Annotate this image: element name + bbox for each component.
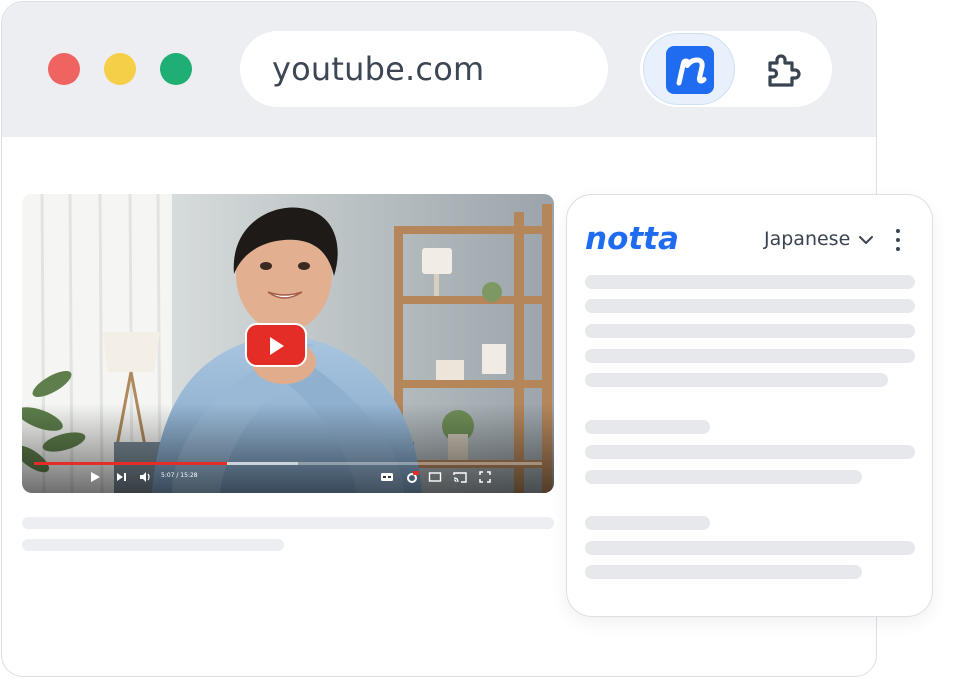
transcript-line-placeholder (585, 445, 915, 459)
minimize-window-button[interactable] (104, 53, 136, 85)
video-meta-placeholder (22, 539, 284, 551)
notta-extension-icon (666, 46, 714, 94)
puzzle-icon[interactable] (763, 50, 803, 90)
play-triangle-icon (270, 337, 284, 355)
language-select[interactable]: Japanese (764, 228, 850, 250)
transcript-line-placeholder (585, 565, 862, 579)
play-icon[interactable] (88, 470, 102, 484)
transcript-line-placeholder (585, 470, 862, 484)
play-button[interactable] (245, 323, 307, 367)
settings-icon[interactable] (405, 470, 419, 484)
transcript-speaker-placeholder (585, 516, 710, 530)
volume-icon[interactable] (138, 470, 152, 484)
transcript-speaker-placeholder (585, 420, 710, 434)
played-bar (34, 462, 228, 465)
next-icon[interactable] (114, 470, 128, 484)
chevron-down-icon[interactable] (858, 234, 874, 246)
maximize-window-button[interactable] (160, 53, 192, 85)
notta-panel: notta Japanese (566, 194, 933, 617)
miniplayer-icon[interactable] (428, 470, 442, 484)
video-player[interactable]: 5:07 / 15:28 (22, 194, 554, 493)
transcript-line-placeholder (585, 299, 915, 313)
transcript-line-placeholder (585, 349, 915, 363)
fullscreen-icon[interactable] (478, 470, 492, 484)
notta-extension-button[interactable] (643, 33, 735, 105)
notta-logo: notta (585, 222, 679, 256)
extensions-bar (640, 31, 832, 107)
transcript-line-placeholder (585, 541, 915, 555)
video-title-placeholder (22, 517, 554, 529)
address-bar[interactable]: youtube.com (240, 31, 608, 107)
progress-bar[interactable] (34, 462, 542, 465)
browser-toolbar: youtube.com (2, 2, 876, 137)
close-window-button[interactable] (48, 53, 80, 85)
svg-text:notta: notta (585, 222, 679, 256)
captions-icon[interactable] (380, 470, 394, 484)
url-text: youtube.com (272, 50, 485, 88)
transcript-line-placeholder (585, 373, 888, 387)
time-display: 5:07 / 15:28 (161, 472, 198, 479)
cast-icon[interactable] (452, 470, 468, 484)
more-options-icon[interactable] (895, 229, 901, 251)
transcript-line-placeholder (585, 324, 915, 338)
transcript-line-placeholder (585, 275, 915, 289)
